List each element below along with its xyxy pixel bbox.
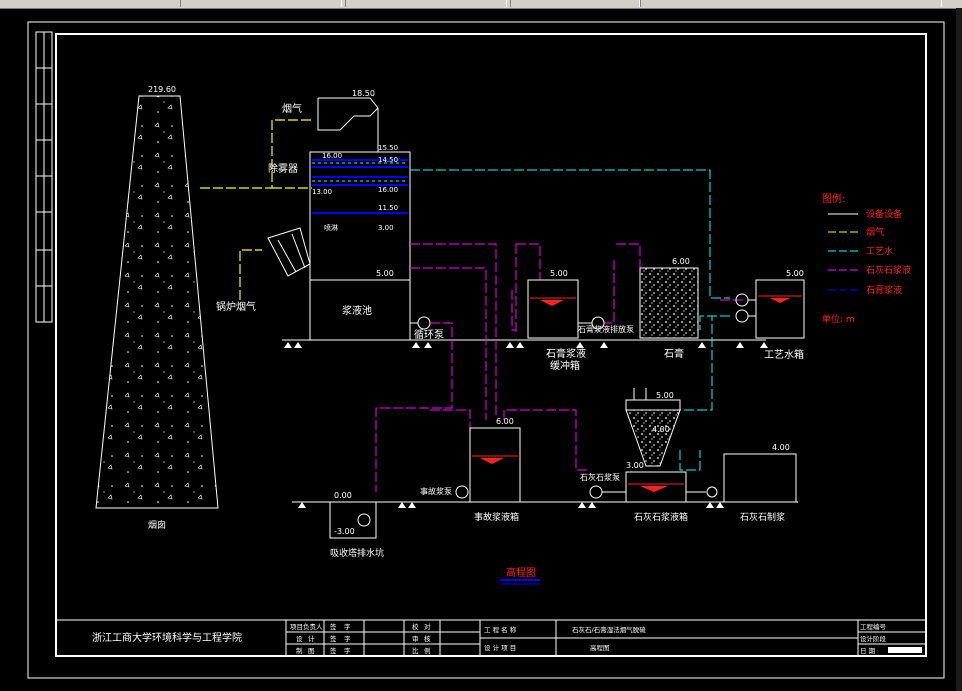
mill-label: 石灰石制浆 (740, 511, 785, 523)
legend: 图例: 设备设备 烟气 工艺水 石灰石浆液 石膏浆液 单位: m (822, 192, 911, 325)
gypsum-elev: 6.00 (672, 257, 690, 266)
tb-r2c2: 计 (308, 634, 315, 643)
date-field (888, 647, 922, 653)
lime-mill (723, 453, 797, 503)
sump-elev: 0.00 (334, 491, 352, 500)
tb-r3c4: 字 (344, 646, 351, 655)
tb-right-1: 设计阶段 (860, 634, 887, 643)
chimney-label: 烟囱 (148, 519, 166, 531)
water-tank (755, 279, 805, 339)
sump-label: 吸收塔排水坑 (330, 547, 384, 559)
spray-label: 喷淋 (324, 223, 338, 232)
mill-pump (706, 486, 718, 498)
lime-elev: 3.00 (626, 461, 644, 470)
elev-1: 16.00 (322, 152, 342, 160)
tb-r1c2: 签 (330, 622, 337, 631)
tb-r1c4: 校 (412, 622, 419, 631)
lime-pump-label: 石灰石浆泵 (580, 472, 620, 482)
buffer-elev: 5.00 (550, 269, 568, 278)
legend-title: 图例: (822, 192, 845, 205)
accident-elev: 6.00 (496, 417, 514, 426)
tb-r3c5: 比 (412, 646, 419, 655)
tb-r3c1: 制 (296, 646, 303, 655)
gypsum-pump-label: 石膏浆液排放泵 (578, 324, 634, 334)
support-markers (284, 342, 768, 508)
tb-r3c2: 图 (308, 647, 315, 655)
legend-item-0: 设备设备 (866, 208, 902, 220)
school-name: 浙江工商大学环境科学与工程学院 (92, 631, 242, 644)
tb-r2c5: 审 (412, 634, 419, 643)
circ-pump-label: 循环泵 (414, 328, 444, 341)
tower-top-elev: 18.50 (352, 89, 375, 98)
circulation-pump (417, 316, 431, 330)
silo-elev2: 4.00 (652, 425, 670, 434)
legend-item-3: 石灰石浆液 (866, 264, 911, 276)
water-pump-2 (735, 309, 749, 323)
tb-r3c3: 签 (330, 646, 337, 655)
chimney (95, 95, 219, 509)
mill-elev: 4.00 (772, 443, 790, 452)
buffer-label-2: 缓冲箱 (550, 359, 580, 372)
elev-4b: 16.00 (378, 186, 398, 194)
elev-5: 11.50 (378, 204, 398, 212)
tb-r3c6: 例 (424, 646, 431, 655)
tb-r2c4: 字 (344, 634, 351, 643)
demister-label: 除雾器 (268, 162, 298, 175)
legend-item-1: 烟气 (866, 226, 884, 238)
legend-item-4: 石膏浆液 (866, 284, 902, 296)
tb-item: 高程图 (590, 643, 610, 652)
legend-unit: 单位: m (822, 313, 855, 325)
absorber-tower (309, 97, 411, 341)
slurry-pool-label: 浆液池 (342, 304, 372, 317)
slurry-pool-elev: 5.00 (376, 269, 394, 278)
elev-3: 14.50 (378, 156, 398, 164)
water-tank-elev: 5.00 (786, 269, 804, 278)
spray-dash (312, 162, 408, 182)
sump-elev2: -3.00 (334, 527, 355, 536)
cad-drawing: 219.60 烟囱 烟气 除雾器 锅炉烟气 18.50 16.00 15.50 … (27, 21, 945, 679)
drawing-title: 高程图 (506, 566, 536, 579)
tb-proj-name: 石灰石/石膏湿法烟气脱硫 (572, 625, 646, 634)
tb-right-2: 日 期 (860, 647, 876, 655)
tb-r2c6: 核 (424, 634, 431, 643)
inlet-duct (267, 227, 311, 277)
flue-gas-lines (200, 119, 312, 300)
buffer-tank (527, 279, 579, 339)
tb-r1c1: 项目负责人 (290, 622, 323, 631)
tb-proj-label: 工 程 名 称 (484, 625, 517, 634)
elev-4: 13.00 (312, 188, 332, 196)
lime-pump (589, 485, 603, 499)
elev-6: 3.00 (378, 224, 394, 232)
tb-r2c3: 签 (330, 634, 337, 643)
silo-elev: 5.00 (656, 391, 674, 400)
left-margin-grid (35, 31, 53, 323)
gypsum-label: 石膏 (664, 347, 684, 360)
tb-r2c1: 设 (296, 634, 303, 643)
tb-right-0: 工程编号 (860, 622, 887, 631)
buffer-label-1: 石膏浆液 (546, 347, 586, 360)
elev-2: 15.50 (378, 144, 398, 152)
tb-r1c5: 对 (424, 622, 431, 631)
gypsum-stack (639, 267, 699, 339)
boiler-gas-label: 锅炉烟气 (216, 300, 256, 313)
accident-tank (469, 427, 521, 503)
legend-item-2: 工艺水 (866, 245, 893, 257)
accident-tank-label: 事故浆液箱 (474, 511, 519, 523)
chimney-elevation: 219.60 (148, 85, 176, 94)
flue-gas-label: 烟气 (282, 102, 302, 115)
accident-pump-label: 事故浆泵 (420, 486, 452, 496)
lime-tank-label: 石灰石浆液箱 (634, 511, 688, 523)
tb-r1c3: 字 (344, 622, 351, 631)
water-tank-label: 工艺水箱 (764, 348, 804, 361)
tb-item-label: 设 计 项 目 (484, 643, 516, 652)
accident-pump (455, 485, 469, 499)
